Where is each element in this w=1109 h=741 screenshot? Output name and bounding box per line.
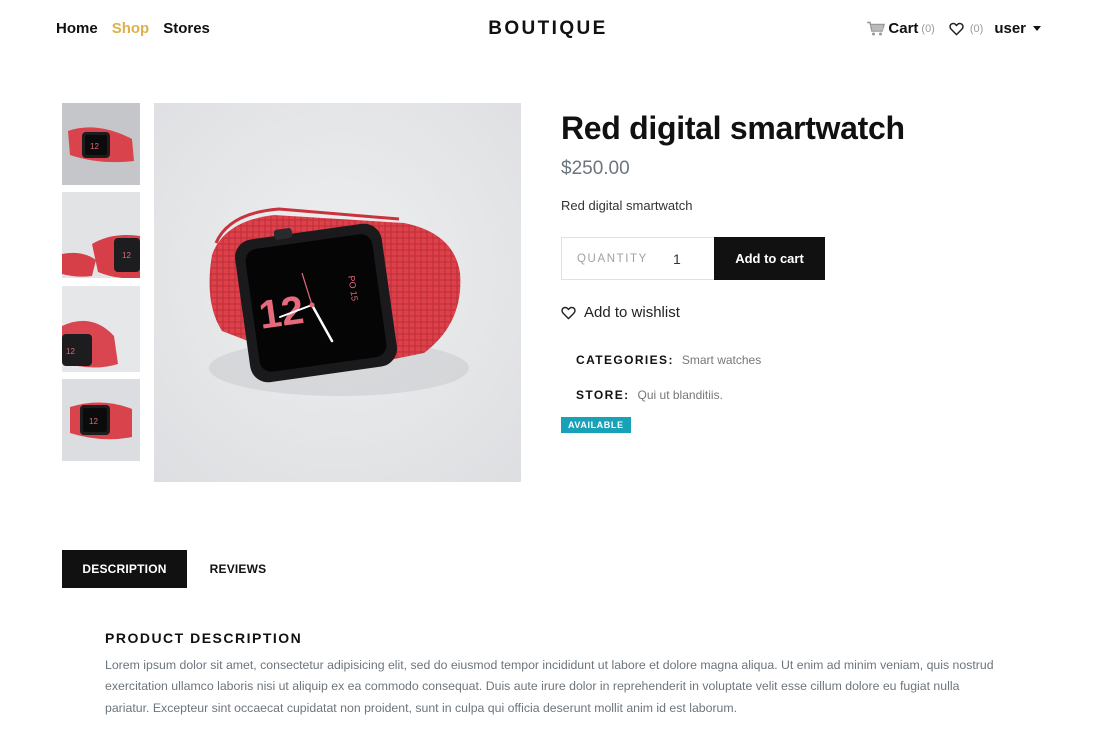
wishlist-label: Add to wishlist <box>584 304 680 321</box>
quantity-field[interactable]: QUANTITY 1 <box>561 237 715 280</box>
wishlist-link[interactable]: (0) <box>949 22 983 36</box>
thumbnail-2-image: 12 <box>62 192 140 278</box>
thumbnail-3[interactable]: 12 <box>62 286 140 372</box>
product-price: $250.00 <box>561 158 630 179</box>
cart-label: Cart <box>888 20 919 37</box>
add-to-wishlist-link[interactable]: Add to wishlist <box>561 304 680 321</box>
thumbnail-3-image: 12 <box>62 286 140 372</box>
product-title: Red digital smartwatch <box>561 110 905 146</box>
thumbnail-1[interactable]: 12 <box>62 103 140 185</box>
thumbnail-4-image: 12 <box>62 379 140 461</box>
svg-text:12: 12 <box>122 251 131 260</box>
availability-badge: AVAILABLE <box>561 417 631 433</box>
add-to-cart-button[interactable]: Add to cart <box>714 237 825 280</box>
chevron-down-icon <box>1033 26 1041 31</box>
user-label: user <box>994 20 1026 37</box>
thumbnail-2[interactable]: 12 <box>62 192 140 278</box>
cart-link[interactable]: Cart (0) <box>867 20 935 37</box>
thumbnail-1-image: 12 <box>62 103 140 185</box>
thumbnail-4[interactable]: 12 <box>62 379 140 461</box>
cart-count: (0) <box>921 22 935 35</box>
svg-text:12: 12 <box>66 347 75 356</box>
categories-value[interactable]: Smart watches <box>682 353 761 367</box>
heart-icon <box>561 306 576 319</box>
user-menu[interactable]: user <box>994 20 1041 37</box>
categories-label: CATEGORIES: <box>576 353 674 367</box>
quantity-label: QUANTITY <box>577 252 648 265</box>
product-main-image[interactable]: 12 PO 15 <box>154 103 521 482</box>
watch-face-hour: 12 <box>256 288 306 338</box>
header-actions: Cart (0) (0) user <box>867 20 1041 37</box>
description-heading: PRODUCT DESCRIPTION <box>105 630 303 646</box>
smartwatch-photo: 12 PO 15 <box>154 103 521 482</box>
cart-icon <box>867 21 886 36</box>
wishlist-count: (0) <box>969 22 984 35</box>
product-categories: CATEGORIES: Smart watches <box>576 353 761 367</box>
store-label: STORE: <box>576 388 630 402</box>
svg-text:12: 12 <box>89 417 98 426</box>
description-body: Lorem ipsum dolor sit amet, consectetur … <box>105 658 994 715</box>
tab-description[interactable]: DESCRIPTION <box>62 550 187 588</box>
tab-reviews[interactable]: REVIEWS <box>187 550 289 588</box>
quantity-input[interactable]: 1 <box>673 251 681 267</box>
store-value[interactable]: Qui ut blanditiis. <box>638 388 723 402</box>
product-short-description: Red digital smartwatch <box>561 198 693 213</box>
heart-icon <box>949 22 964 35</box>
svg-text:12: 12 <box>90 142 99 151</box>
product-store: STORE: Qui ut blanditiis. <box>576 388 723 402</box>
